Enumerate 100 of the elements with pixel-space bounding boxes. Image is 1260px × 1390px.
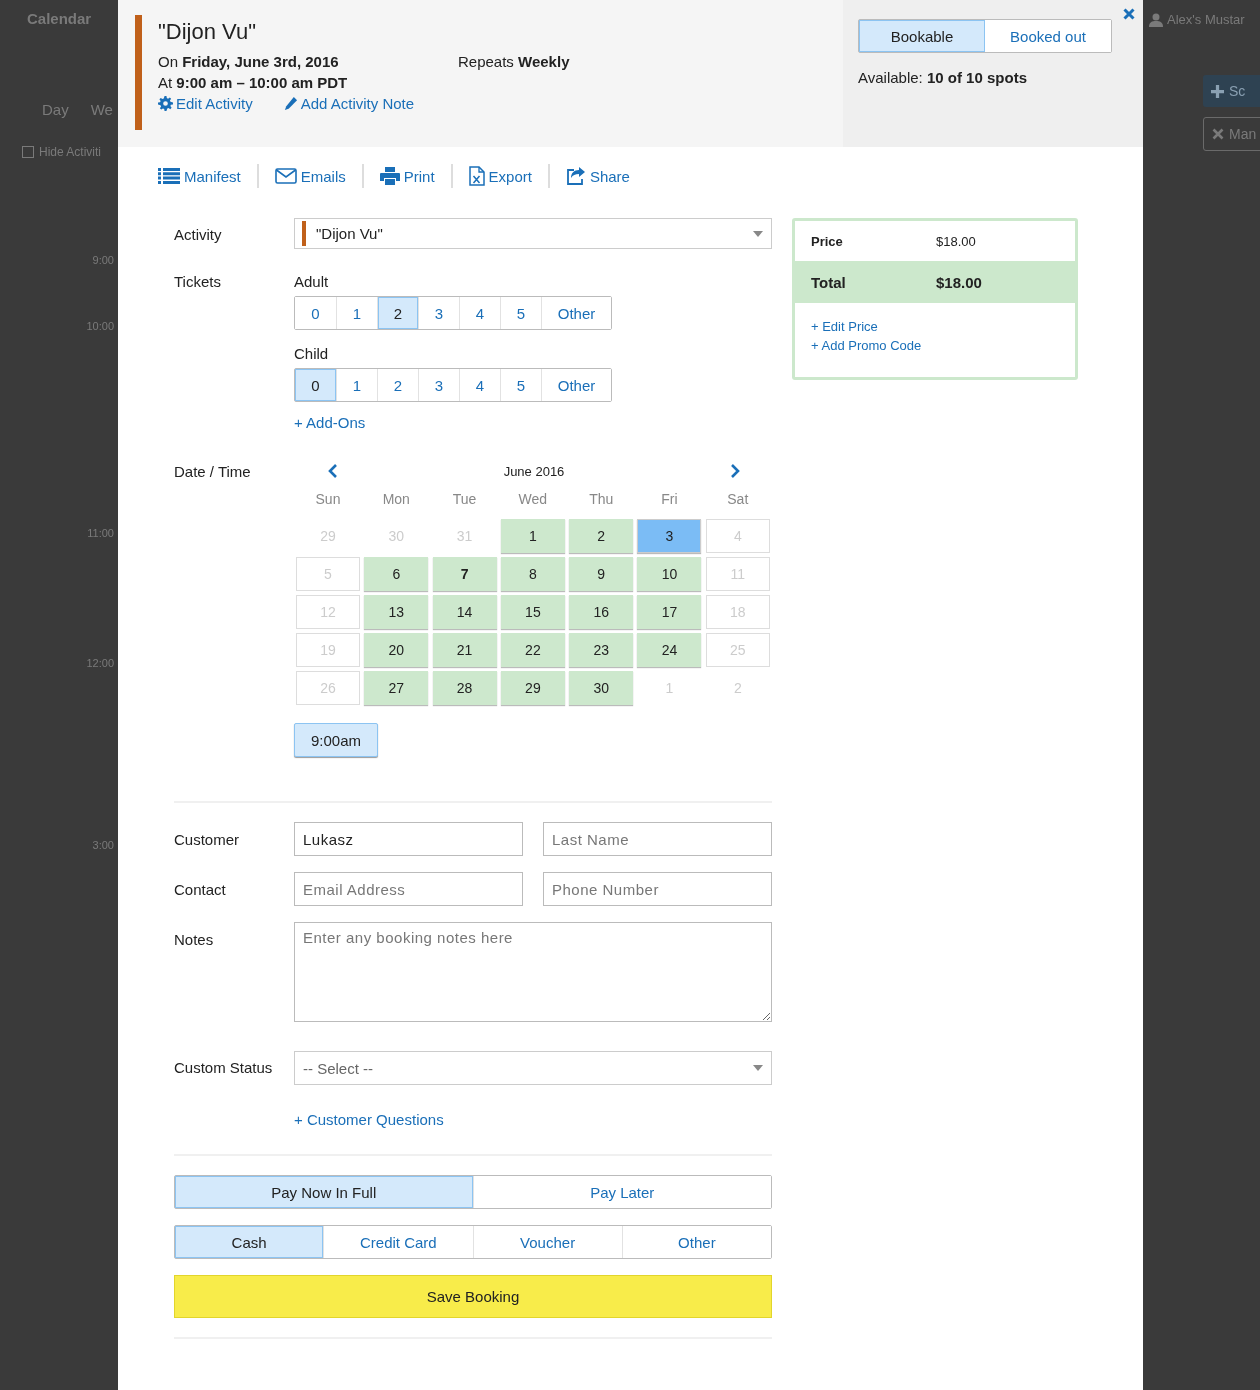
payment-method-option[interactable]: Other — [621, 1226, 771, 1258]
calendar-day[interactable]: 3 — [637, 519, 702, 553]
time-label: 11:00 — [87, 527, 114, 539]
row-label: Price — [811, 233, 844, 249]
gear-icon — [158, 96, 173, 111]
toolbar-link[interactable]: Manifest — [158, 167, 257, 185]
weekday-label: Mon — [381, 491, 411, 509]
quantity-option[interactable]: Other — [541, 297, 611, 329]
ticket-type-label: Adult — [294, 273, 330, 290]
x-icon — [1212, 128, 1224, 140]
toolbar-link[interactable]: Emails — [258, 167, 362, 185]
calendar-day[interactable]: 28 — [432, 671, 497, 705]
field-label: Contact — [174, 881, 227, 900]
toolbar-button[interactable]: Sc — [1203, 75, 1260, 107]
quantity-option[interactable]: 2 — [377, 297, 418, 329]
plus-icon — [1211, 84, 1224, 98]
share-arrow-icon — [565, 167, 586, 185]
pencil-icon — [282, 96, 298, 111]
quantity-option[interactable]: 0 — [295, 369, 336, 401]
weekday-label: Wed — [517, 491, 549, 509]
weekday-label: Sat — [726, 491, 750, 509]
calendar-day[interactable]: 20 — [364, 633, 429, 667]
time-label: 3:00 — [92, 839, 114, 851]
calendar-day[interactable]: 13 — [364, 595, 429, 629]
field-label: Tickets — [174, 273, 222, 292]
field-label: Notes — [174, 931, 215, 950]
calendar-day[interactable]: 27 — [364, 671, 429, 705]
calendar-day[interactable]: 23 — [569, 633, 634, 667]
save-booking-button[interactable]: Save Booking — [174, 1275, 772, 1318]
activity-date: On Friday, June 3rd, 2016 — [158, 53, 340, 70]
activity-time: At 9:00 am – 10:00 am PDT — [158, 74, 349, 91]
print-icon — [379, 167, 400, 185]
activity-title: "Dijon Vu" — [158, 19, 257, 45]
payment-option[interactable]: Pay Now In Full — [175, 1176, 473, 1208]
quantity-option[interactable]: Other — [541, 369, 611, 401]
dropdown-caret-icon — [753, 1065, 763, 1071]
row-value: $18.00 — [936, 233, 977, 249]
calendar-day[interactable]: 30 — [569, 671, 634, 705]
link[interactable]: Add Activity Note — [282, 95, 415, 112]
calendar-day[interactable]: 15 — [500, 595, 565, 629]
weekday-label: Sun — [314, 491, 342, 509]
dropdown-caret-icon — [753, 230, 763, 237]
add-ons-link[interactable]: + Add-Ons — [294, 414, 366, 431]
calendar-day[interactable]: 29 — [500, 671, 565, 705]
field-label: Customer — [174, 831, 241, 850]
calendar-day[interactable]: 9 — [569, 557, 634, 591]
toolbar-link[interactable]: Print — [363, 167, 451, 185]
weekday-label: Tue — [451, 491, 478, 509]
payment-method-option[interactable]: Cash — [175, 1226, 324, 1258]
text-field[interactable]: Last Name — [543, 822, 772, 856]
checkbox[interactable] — [22, 146, 34, 158]
text-field[interactable]: Lukasz — [294, 822, 523, 856]
toolbar-link[interactable]: Share — [549, 167, 646, 185]
status-toggle[interactable]: Booked out — [985, 20, 1111, 52]
spreadsheet-icon — [468, 166, 485, 186]
envelope-icon — [274, 168, 297, 184]
month-title: June 2016 — [502, 463, 566, 479]
link[interactable]: Edit Activity — [158, 95, 253, 112]
calendar-day[interactable]: 8 — [500, 557, 565, 591]
calendar-day[interactable]: 2 — [569, 519, 634, 553]
time-slot-button[interactable]: 9:00am — [294, 723, 379, 757]
link[interactable]: + Add Promo Code — [811, 338, 922, 353]
toolbar-link[interactable]: Export — [452, 166, 548, 186]
activity-select[interactable]: "Dijon Vu" — [294, 218, 772, 249]
row-value: $18.00 — [936, 273, 983, 291]
status-toggle[interactable]: Bookable — [859, 20, 985, 52]
calendar-day[interactable]: 24 — [637, 633, 702, 667]
weekday-label: Thu — [588, 491, 615, 509]
field-label: Date / Time — [174, 463, 252, 482]
calendar-day[interactable]: 1 — [500, 519, 565, 553]
chevron-right-icon[interactable] — [730, 464, 740, 478]
calendar-day[interactable]: 17 — [637, 595, 702, 629]
weekday-label: Fri — [660, 491, 679, 509]
customer-questions-link[interactable]: + Customer Questions — [294, 1111, 444, 1128]
list-icon — [158, 168, 180, 184]
calendar-day[interactable]: 22 — [500, 633, 565, 667]
checkbox-label: Hide Activiti — [39, 145, 102, 159]
payment-option[interactable]: Pay Later — [472, 1176, 771, 1208]
chevron-left-icon[interactable] — [328, 464, 338, 478]
person-icon — [1149, 12, 1163, 27]
field-label: Custom Status — [174, 1059, 274, 1078]
text-field[interactable]: Phone Number — [543, 872, 772, 906]
calendar-day[interactable]: 10 — [637, 557, 702, 591]
calendar-day[interactable]: 21 — [432, 633, 497, 667]
availability-text: Available: 10 of 10 spots — [858, 69, 1028, 86]
calendar-day[interactable]: 16 — [569, 595, 634, 629]
status-select[interactable]: -- Select -- — [294, 1051, 772, 1085]
time-label: 12:00 — [86, 657, 114, 669]
calendar-day[interactable]: 7 — [432, 557, 497, 591]
text-field[interactable]: Email Address — [294, 872, 523, 906]
calendar-day[interactable]: 6 — [364, 557, 429, 591]
row-label: Total — [811, 273, 847, 291]
notes-field[interactable]: Enter any booking notes here — [294, 922, 772, 1022]
app-title: Calendar — [27, 10, 93, 27]
time-label: 10:00 — [86, 320, 114, 332]
repeat-info: Repeats Weekly — [458, 53, 570, 70]
link[interactable]: + Edit Price — [811, 319, 878, 334]
close-icon[interactable] — [1123, 8, 1135, 20]
time-label: 9:00 — [92, 254, 114, 266]
calendar-day[interactable]: 14 — [432, 595, 497, 629]
